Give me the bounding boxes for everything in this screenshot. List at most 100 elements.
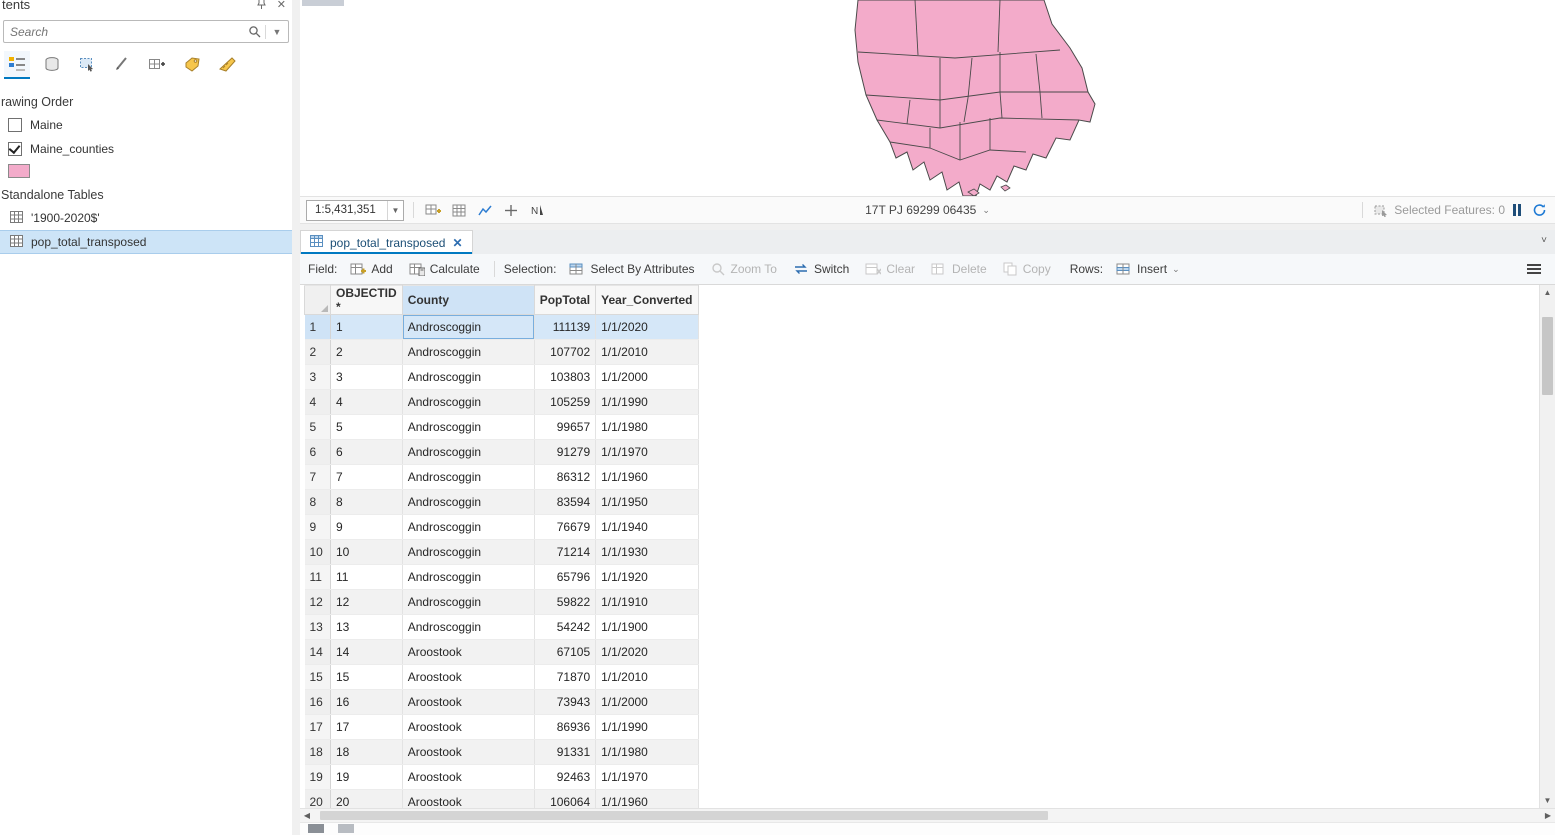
poptotal-cell[interactable]: 83594: [534, 489, 597, 515]
year-cell[interactable]: 1/1/2000: [595, 689, 699, 715]
poptotal-cell[interactable]: 71870: [534, 664, 597, 690]
objectid-cell[interactable]: 3: [330, 364, 403, 390]
county-cell[interactable]: Androscoggin: [402, 589, 535, 615]
row-number-cell[interactable]: 10: [304, 539, 331, 565]
objectid-cell[interactable]: 12: [330, 589, 403, 615]
county-cell[interactable]: Androscoggin: [402, 564, 535, 590]
list-by-drawing-order-icon[interactable]: [4, 51, 30, 79]
county-cell[interactable]: Androscoggin: [402, 439, 535, 465]
list-by-snapping-icon[interactable]: [144, 51, 170, 79]
county-cell[interactable]: Aroostook: [402, 789, 535, 808]
row-number-cell[interactable]: 1: [304, 314, 331, 340]
county-cell[interactable]: Androscoggin: [402, 539, 535, 565]
refresh-icon[interactable]: [1529, 200, 1549, 220]
poptotal-cell[interactable]: 76679: [534, 514, 597, 540]
objectid-cell[interactable]: 5: [330, 414, 403, 440]
table-menu-icon[interactable]: [1527, 264, 1547, 274]
county-cell[interactable]: Androscoggin: [402, 314, 535, 340]
row-number-cell[interactable]: 20: [304, 789, 331, 808]
year-cell[interactable]: 1/1/2020: [595, 314, 699, 340]
year-cell[interactable]: 1/1/2010: [595, 664, 699, 690]
row-number-cell[interactable]: 16: [304, 689, 331, 715]
calculate-button[interactable]: Calculate: [404, 259, 485, 279]
map-coordinates[interactable]: 17T PJ 69299 06435 ⌄: [865, 203, 990, 217]
layer-item-maine[interactable]: Maine: [0, 113, 292, 137]
row-number-cell[interactable]: 6: [304, 439, 331, 465]
tab-close-icon[interactable]: ✕: [452, 236, 462, 250]
poptotal-cell[interactable]: 86312: [534, 464, 597, 490]
poptotal-cell[interactable]: 91331: [534, 739, 597, 765]
row-number-cell[interactable]: 3: [304, 364, 331, 390]
select-by-attributes-button[interactable]: Select By Attributes: [564, 259, 699, 279]
year-cell[interactable]: 1/1/2020: [595, 639, 699, 665]
map-view[interactable]: [300, 0, 1555, 196]
poptotal-cell[interactable]: 105259: [534, 389, 597, 415]
county-cell[interactable]: Aroostook: [402, 664, 535, 690]
row-number-cell[interactable]: 13: [304, 614, 331, 640]
year-cell[interactable]: 1/1/1900: [595, 614, 699, 640]
poptotal-cell[interactable]: 71214: [534, 539, 597, 565]
objectid-cell[interactable]: 13: [330, 614, 403, 640]
column-header-poptotal[interactable]: PopTotal: [533, 285, 597, 315]
table-view-toggle-icon[interactable]: [308, 824, 324, 833]
row-number-cell[interactable]: 19: [304, 764, 331, 790]
poptotal-cell[interactable]: 106064: [534, 789, 597, 808]
year-cell[interactable]: 1/1/1990: [595, 389, 699, 415]
county-cell[interactable]: Androscoggin: [402, 339, 535, 365]
list-by-labeling-icon[interactable]: [179, 51, 205, 79]
objectid-cell[interactable]: 15: [330, 664, 403, 690]
row-number-cell[interactable]: 4: [304, 389, 331, 415]
poptotal-cell[interactable]: 99657: [534, 414, 597, 440]
year-cell[interactable]: 1/1/1990: [595, 714, 699, 740]
poptotal-cell[interactable]: 92463: [534, 764, 597, 790]
county-cell[interactable]: Androscoggin: [402, 514, 535, 540]
chart-icon[interactable]: [475, 200, 495, 220]
year-cell[interactable]: 1/1/2010: [595, 339, 699, 365]
objectid-cell[interactable]: 20: [330, 789, 403, 808]
list-by-data-source-icon[interactable]: [39, 51, 65, 79]
county-cell[interactable]: Androscoggin: [402, 364, 535, 390]
layer-symbol-swatch[interactable]: [8, 164, 30, 178]
row-number-cell[interactable]: 18: [304, 739, 331, 765]
vertical-scroll-thumb[interactable]: [1542, 317, 1553, 395]
crosshair-icon[interactable]: [501, 200, 521, 220]
list-by-perspective-icon[interactable]: [214, 51, 240, 79]
year-cell[interactable]: 1/1/1980: [595, 414, 699, 440]
row-number-cell[interactable]: 8: [304, 489, 331, 515]
search-input[interactable]: [4, 24, 243, 39]
add-field-button[interactable]: Add: [345, 259, 397, 279]
corner-header-cell[interactable]: [304, 285, 331, 315]
row-number-cell[interactable]: 14: [304, 639, 331, 665]
poptotal-cell[interactable]: 86936: [534, 714, 597, 740]
objectid-cell[interactable]: 4: [330, 389, 403, 415]
objectid-cell[interactable]: 11: [330, 564, 403, 590]
year-cell[interactable]: 1/1/2000: [595, 364, 699, 390]
list-by-selection-icon[interactable]: [74, 51, 100, 79]
year-cell[interactable]: 1/1/1960: [595, 464, 699, 490]
objectid-cell[interactable]: 9: [330, 514, 403, 540]
clear-button[interactable]: Clear: [860, 259, 920, 279]
poptotal-cell[interactable]: 107702: [534, 339, 597, 365]
year-cell[interactable]: 1/1/1940: [595, 514, 699, 540]
search-options-chevron-icon[interactable]: ▼: [266, 27, 288, 37]
scroll-left-icon[interactable]: ◀: [300, 811, 314, 820]
scroll-down-icon[interactable]: ▼: [1540, 793, 1555, 808]
table-grid-icon[interactable]: [449, 200, 469, 220]
poptotal-cell[interactable]: 67105: [534, 639, 597, 665]
list-by-editing-icon[interactable]: [109, 51, 135, 79]
county-cell[interactable]: Aroostook: [402, 639, 535, 665]
grid-plus-icon[interactable]: [423, 200, 443, 220]
objectid-cell[interactable]: 19: [330, 764, 403, 790]
objectid-cell[interactable]: 1: [330, 314, 403, 340]
row-number-cell[interactable]: 11: [304, 564, 331, 590]
year-cell[interactable]: 1/1/1970: [595, 439, 699, 465]
pause-drawing-icon[interactable]: [1513, 204, 1521, 216]
north-arrow-icon[interactable]: N: [527, 200, 547, 220]
layer-item-maine-counties[interactable]: Maine_counties: [0, 137, 292, 161]
row-number-cell[interactable]: 12: [304, 589, 331, 615]
objectid-cell[interactable]: 7: [330, 464, 403, 490]
objectid-cell[interactable]: 18: [330, 739, 403, 765]
row-number-cell[interactable]: 17: [304, 714, 331, 740]
tabstrip-chevron-icon[interactable]: ˅: [1541, 235, 1547, 246]
copy-button[interactable]: Copy: [998, 259, 1056, 279]
